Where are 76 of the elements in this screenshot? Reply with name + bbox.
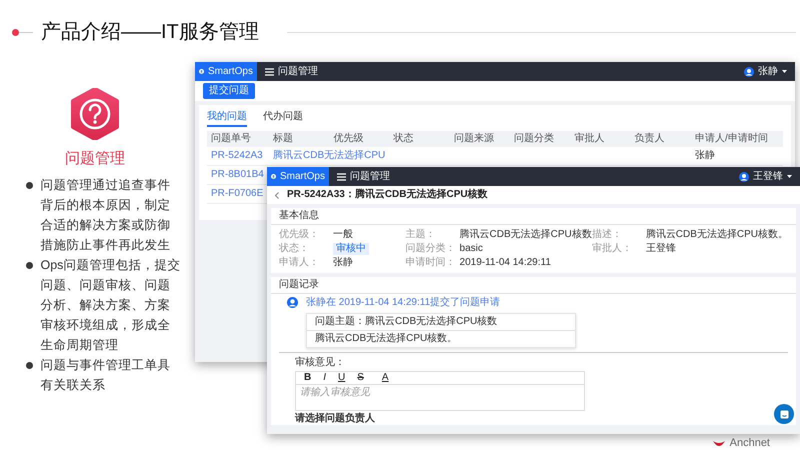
section-title: 问题记录 xyxy=(279,279,319,290)
comment-body: 腾讯云CDB无法选择CPU核数。 xyxy=(315,333,458,344)
question-hexagon-icon xyxy=(70,88,120,140)
logo-icon xyxy=(199,66,204,77)
comment-subject: 问题主题：腾讯云CDB无法选择CPU核数 xyxy=(315,316,498,327)
field-label: 审批人： xyxy=(592,243,633,255)
format-button[interactable]: A xyxy=(378,372,393,384)
tab[interactable]: 我的问题 xyxy=(207,109,247,127)
column-header: 状态 xyxy=(394,133,414,144)
brand-name: SmartOps xyxy=(280,170,325,182)
bullet-dot-icon xyxy=(26,362,32,368)
issue-id-link[interactable]: PR-8B01B4 xyxy=(211,169,264,180)
field-value: 张静 xyxy=(333,257,353,269)
back-icon[interactable] xyxy=(275,192,279,198)
menu-icon[interactable] xyxy=(265,68,274,76)
feature-title: 问题管理 xyxy=(65,149,125,169)
field-label: 描述： xyxy=(592,229,623,241)
section-title: 基本信息 xyxy=(279,210,319,221)
format-button[interactable]: U xyxy=(334,372,350,384)
column-header: 问题分类 xyxy=(514,133,554,144)
table-cell: 张静 xyxy=(695,150,715,161)
page-title: PR-5242A33：腾讯云CDB无法选择CPU核数 xyxy=(287,189,488,201)
field-label: 主题： xyxy=(406,229,437,241)
bullet-text: 问题管理通过追查事件背后的根本原因，制定合适的解决方案或防御措施防止事件再此发生 xyxy=(40,176,172,254)
module-title: 问题管理 xyxy=(278,66,318,78)
field-label: 问题分类： xyxy=(406,243,457,255)
menu-icon[interactable] xyxy=(337,172,346,180)
field-label: 申请时间： xyxy=(406,257,457,269)
caret-icon[interactable] xyxy=(787,175,792,178)
field-value: 王登锋 xyxy=(646,243,676,255)
field-value: 一般 xyxy=(333,229,353,241)
slide-title: 产品介绍——IT服务管理 xyxy=(41,20,259,45)
column-header: 负责人 xyxy=(634,133,665,144)
chat-icon xyxy=(780,410,788,418)
format-button[interactable]: S xyxy=(353,372,368,384)
status-tag: 审核中 xyxy=(333,243,369,255)
format-button[interactable]: B xyxy=(300,372,316,384)
editor-field[interactable]: 请输入审核意见 xyxy=(295,385,585,411)
bullet-dot-icon xyxy=(12,28,19,36)
logo-text: Anchnet xyxy=(730,437,770,450)
field-label: 审核意见： xyxy=(295,357,345,368)
field-value: basic xyxy=(460,243,483,255)
field-value: 腾讯云CDB无法选择CPU核数 xyxy=(460,229,592,241)
record-line: 张静在 2019-11-04 14:29:11提交了问题申请 xyxy=(306,297,500,308)
bullet-dot-icon xyxy=(26,182,32,188)
issue-id-link[interactable]: PR-5242A3 xyxy=(211,150,263,161)
brand-name: SmartOps xyxy=(208,66,253,78)
caret-icon[interactable] xyxy=(782,70,787,73)
issue-id-link[interactable]: PR-F0706E xyxy=(211,188,264,199)
format-button[interactable]: I xyxy=(319,372,330,384)
column-header: 审批人 xyxy=(574,133,604,144)
bullet-text: 问题与事件管理工单具有关联关系 xyxy=(40,356,172,394)
user-name[interactable]: 王登锋 xyxy=(753,170,783,182)
field-label: 优先级： xyxy=(279,229,320,241)
avatar-icon xyxy=(744,66,754,76)
column-header: 优先级 xyxy=(333,133,364,144)
column-header: 申请人/申请时间 xyxy=(695,133,768,144)
column-header: 问题单号 xyxy=(211,133,251,144)
logo-icon xyxy=(712,438,726,448)
field-label: 状态： xyxy=(279,243,310,255)
field-value: 2019-11-04 14:29:11 xyxy=(460,257,551,269)
field-label: 申请人： xyxy=(279,257,320,269)
column-header: 标题 xyxy=(273,133,293,144)
tab[interactable]: 代办问题 xyxy=(263,109,303,127)
field-label: 请选择问题负责人 xyxy=(295,413,375,424)
issue-title-link[interactable]: 腾讯云CDB无法选择CPU xyxy=(273,150,386,161)
avatar-icon xyxy=(287,297,298,308)
field-value: 腾讯云CDB无法选择CPU核数。 xyxy=(646,229,788,241)
logo-icon xyxy=(271,171,276,182)
column-header: 问题来源 xyxy=(454,133,494,144)
avatar-icon xyxy=(739,172,749,182)
user-name[interactable]: 张静 xyxy=(758,66,778,78)
bullet-dot-icon xyxy=(26,262,32,268)
submit-button[interactable]: 提交问题 xyxy=(203,83,255,99)
module-title: 问题管理 xyxy=(350,170,390,182)
bullet-text: Ops问题管理包括，提交问题、问题审核、问题分析、解决方案、方案审核环境组成，形成全生命周期管理 xyxy=(40,256,180,354)
